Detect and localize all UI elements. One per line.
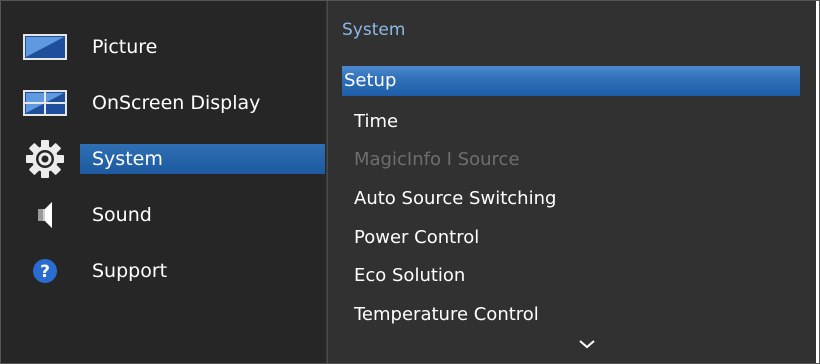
main-menu-item-sound[interactable]: Sound	[0, 199, 327, 231]
main-menu-item-label: Picture	[92, 36, 158, 58]
submenu-item-magicinfo-source: MagicInfo I Source	[342, 145, 800, 175]
submenu-item-eco-solution[interactable]: Eco Solution	[342, 261, 800, 291]
speaker-icon	[20, 199, 70, 231]
main-menu: Picture OnScreen Display System Sound ? …	[0, 0, 327, 364]
submenu-item-power-control[interactable]: Power Control	[342, 223, 800, 253]
main-menu-item-picture[interactable]: Picture	[0, 31, 327, 63]
submenu-item-time[interactable]: Time	[342, 107, 800, 137]
main-menu-item-onscreen-display[interactable]: OnScreen Display	[0, 87, 327, 119]
onscreen-display-icon	[20, 87, 70, 119]
main-menu-item-label: Support	[92, 260, 168, 282]
submenu-item-label: Setup	[344, 70, 397, 91]
submenu-item-label: MagicInfo I Source	[354, 149, 520, 170]
svg-text:?: ?	[40, 262, 50, 282]
submenu-panel: System Setup Time MagicInfo I Source Aut…	[327, 0, 816, 364]
submenu-item-label: Eco Solution	[354, 265, 466, 286]
main-menu-item-support[interactable]: ? Support	[0, 255, 327, 287]
submenu-item-label: Temperature Control	[354, 304, 539, 325]
submenu-item-label: Auto Source Switching	[354, 188, 557, 209]
main-menu-item-label: Sound	[92, 204, 152, 226]
submenu-item-temperature-control[interactable]: Temperature Control	[342, 300, 800, 330]
main-menu-item-label: System	[92, 148, 163, 170]
chevron-down-icon[interactable]	[575, 334, 599, 354]
main-menu-item-system[interactable]: System	[0, 140, 327, 178]
help-icon: ?	[20, 255, 70, 287]
submenu-item-label: Power Control	[354, 227, 480, 248]
submenu-title: System	[342, 20, 406, 40]
submenu-item-auto-source-switching[interactable]: Auto Source Switching	[342, 184, 800, 214]
osd-menu-screen: Picture OnScreen Display System Sound ? …	[0, 0, 820, 364]
main-menu-item-label: OnScreen Display	[92, 92, 261, 114]
submenu-item-setup[interactable]: Setup	[342, 66, 800, 96]
gear-icon	[20, 140, 70, 178]
submenu-item-label: Time	[354, 111, 399, 132]
picture-icon	[20, 31, 70, 63]
